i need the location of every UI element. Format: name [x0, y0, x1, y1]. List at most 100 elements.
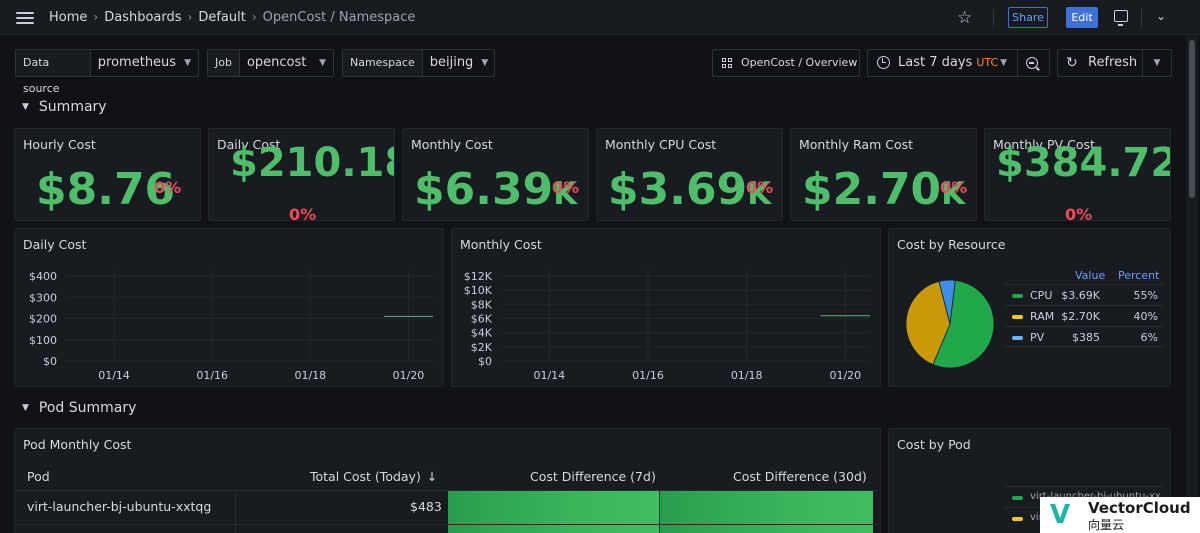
cost-by-resource-panel: Cost by Resource Value Percent CPU $3.69… [888, 228, 1171, 387]
legend-value: $385 [1072, 331, 1100, 344]
tv-mode-icon[interactable] [1114, 10, 1128, 26]
chevron-right-icon: › [93, 10, 99, 24]
legend-value: $2.70K [1061, 310, 1100, 323]
y-tick-label: $0 [43, 355, 57, 368]
job-select[interactable]: opencost ▼ [240, 50, 333, 76]
namespace-value: beijing [429, 55, 474, 70]
legend-percent: 40% [1133, 310, 1158, 323]
y-tick-label: $0 [478, 355, 492, 368]
y-tick-label: $6K [471, 313, 493, 326]
scrollbar[interactable] [1186, 36, 1198, 533]
x-tick-label: 01/18 [731, 369, 763, 382]
refresh-button[interactable]: ↻ Refresh [1057, 49, 1143, 77]
legend-swatch [1012, 517, 1023, 521]
column-header-total-cost[interactable]: Total Cost (Today) ↓ [310, 469, 437, 484]
clock-icon [877, 56, 890, 69]
stat-panel-daily-cost: Daily Cost $210.18 0% [208, 128, 395, 221]
divider [1141, 9, 1142, 27]
star-icon[interactable]: ☆ [957, 8, 972, 28]
stat-change: 0% [289, 205, 317, 221]
legend-swatch [1012, 294, 1023, 298]
job-variable[interactable]: Job opencost ▼ [207, 49, 334, 77]
breadcrumb: Home › Dashboards › Default › OpenCost / Names… [49, 10, 415, 25]
menu-icon[interactable] [16, 12, 34, 24]
table-cell-diff-30d [660, 491, 873, 533]
datasource-value: prometheus [97, 55, 177, 70]
breadcrumb-home[interactable]: Home [49, 10, 87, 25]
column-header-pod[interactable]: Pod [27, 469, 50, 484]
dashboard-link-button[interactable]: OpenCost / Overview [712, 49, 860, 77]
legend-row-pv[interactable]: PV $385 6% [1004, 326, 1164, 347]
row-summary[interactable]: ▼ Summary [22, 99, 107, 115]
vectorcloud-logo-icon: V [1050, 500, 1071, 530]
timezone-label: UTC [976, 56, 999, 69]
legend-header-percent[interactable]: Percent [1118, 269, 1159, 282]
stat-number: $2.70 [802, 164, 942, 215]
dashboard-link-label: OpenCost / Overview [741, 56, 858, 69]
stat-panel-monthly-pv-cost: Monthly PV Cost $384.72 0% [984, 128, 1171, 221]
panel-title: Hourly Cost [23, 137, 96, 152]
cost-by-resource-pie [905, 279, 995, 369]
chevron-down-icon: ▼ [184, 58, 191, 68]
stat-number: $210.18 [230, 140, 395, 186]
stat-change: 0% [552, 178, 580, 197]
chevron-down-icon: ▼ [1000, 58, 1007, 68]
x-tick-label: 01/18 [294, 369, 326, 382]
legend-percent: 6% [1140, 331, 1158, 344]
watermark-subtitle: 向量云 [1088, 518, 1125, 532]
panel-title: Monthly Cost [411, 137, 493, 152]
chevron-right-icon: › [251, 10, 257, 24]
x-tick-label: 01/16 [632, 369, 664, 382]
column-header-diff-7d[interactable]: Cost Difference (7d) [530, 469, 656, 484]
chevron-down-icon: ▼ [22, 102, 29, 112]
zoom-out-button[interactable] [1017, 49, 1050, 77]
y-tick-label: $2K [471, 341, 493, 354]
stat-change: 0% [940, 178, 968, 197]
refresh-interval-dropdown[interactable]: ▼ [1142, 49, 1172, 77]
stat-change: 0% [1065, 205, 1093, 221]
breadcrumb-default[interactable]: Default [198, 10, 246, 25]
chevron-down-icon: ▼ [319, 58, 326, 68]
legend-swatch [1012, 336, 1023, 340]
stat-value: $384.72 [996, 143, 1170, 183]
y-tick-label: $8K [471, 298, 493, 311]
apps-icon [722, 58, 733, 69]
legend-row-ram[interactable]: RAM $2.70K 40% [1004, 305, 1164, 326]
scrollbar-thumb[interactable] [1189, 40, 1195, 198]
legend-value: $3.69K [1061, 289, 1100, 302]
namespace-select[interactable]: beijing ▼ [423, 50, 496, 76]
datasource-variable[interactable]: Data source prometheus ▼ [15, 49, 199, 95]
edit-button[interactable]: Edit [1066, 7, 1098, 28]
row-pod-summary-title: Pod Summary [38, 400, 137, 416]
table-cell-diff-7d [448, 491, 659, 533]
legend-name: RAM [1030, 310, 1055, 323]
time-range-picker[interactable]: Last 7 days UTC ▼ [867, 49, 1018, 77]
datasource-select[interactable]: prometheus ▼ [91, 50, 198, 76]
x-tick-label: 01/20 [393, 369, 425, 382]
x-tick-label: 01/14 [533, 369, 565, 382]
job-label: Job [208, 50, 240, 76]
chevron-down-icon[interactable]: ⌄ [1156, 9, 1166, 23]
x-tick-label: 01/20 [829, 369, 861, 382]
panel-title: Monthly CPU Cost [605, 137, 717, 152]
refresh-icon: ↻ [1066, 55, 1078, 71]
breadcrumb-dashboards[interactable]: Dashboards [104, 10, 181, 25]
stat-panel-monthly-cost: Monthly Cost $6.39K 0% [402, 128, 589, 221]
chevron-down-icon: ▼ [1153, 58, 1161, 68]
legend-row-cpu[interactable]: CPU $3.69K 55% [1004, 284, 1164, 305]
y-tick-label: $10K [464, 284, 493, 297]
chevron-down-icon: ▼ [481, 58, 489, 68]
namespace-variable[interactable]: Namespace beijing ▼ [342, 49, 495, 77]
stat-number: $3.69 [608, 164, 748, 215]
y-tick-label: $100 [29, 334, 57, 347]
monthly-cost-panel: Monthly Cost $0 $2K $4K $6K $8K $10K $12K 01/14… [451, 228, 881, 387]
share-button[interactable]: Share [1008, 7, 1048, 28]
namespace-label: Namespace [343, 50, 423, 76]
column-header-diff-30d[interactable]: Cost Difference (30d) [733, 469, 867, 484]
row-pod-summary[interactable]: ▼ Pod Summary [22, 400, 136, 416]
legend-header-value[interactable]: Value [1075, 269, 1105, 282]
stat-change: 0% [154, 178, 182, 197]
stat-panel-monthly-ram-cost: Monthly Ram Cost $2.70K 0% [790, 128, 977, 221]
legend-swatch [1012, 496, 1023, 500]
stat-panel-monthly-cpu-cost: Monthly CPU Cost $3.69K 0% [596, 128, 783, 221]
